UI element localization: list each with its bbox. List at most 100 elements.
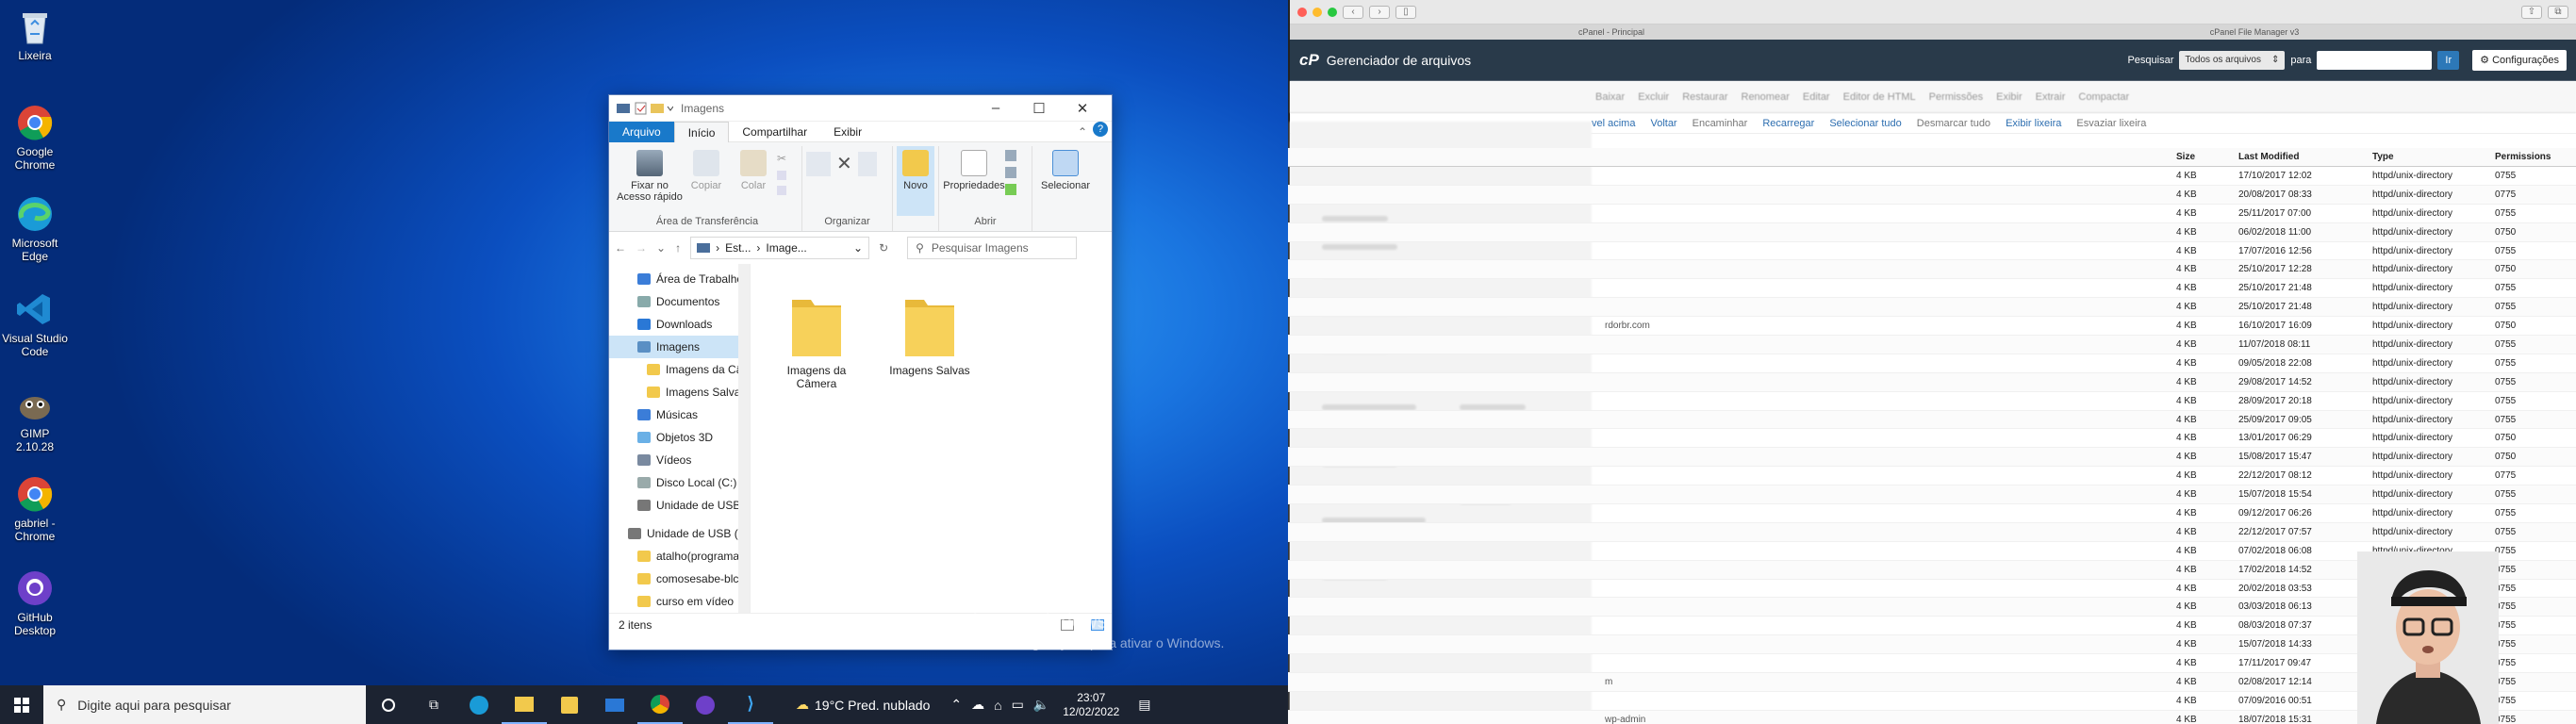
column-permissions[interactable]: Permissions <box>2495 152 2561 162</box>
recent-locations-icon[interactable]: ⌄ <box>656 241 666 255</box>
network-icon[interactable]: ⌂ <box>994 698 1001 713</box>
rename-icon[interactable] <box>857 152 877 176</box>
view-button[interactable]: Exibir <box>1996 91 2023 103</box>
view-trash-button[interactable]: Exibir lixeira <box>2006 118 2061 129</box>
task-view-button[interactable] <box>366 685 411 724</box>
nav-item-downloads[interactable]: Downloads <box>609 313 750 336</box>
nav-item-folder[interactable]: comosesabe-blc <box>609 568 750 590</box>
nav-item-desktop[interactable]: Área de Trabalho <box>609 268 750 290</box>
nav-item-saved-pictures[interactable]: Imagens Salvas <box>609 381 750 403</box>
search-input[interactable]: ⚲ Pesquisar Imagens <box>907 237 1078 259</box>
copy-path-icon[interactable] <box>777 171 786 180</box>
table-row[interactable]: 4 KB 20/08/2017 08:33 httpd/unix-directory… <box>1288 185 2576 205</box>
address-dropdown-icon[interactable]: ⌄ <box>853 241 863 255</box>
table-row[interactable]: 4 KB 17/10/2017 12:02 httpd/unix-directory… <box>1288 167 2576 186</box>
nav-item-usb-drive[interactable]: Unidade de USB <box>609 494 750 517</box>
collapse-ribbon-icon[interactable]: ⌃ <box>1078 122 1087 142</box>
paste-button[interactable]: Colar <box>730 146 777 216</box>
nav-item-local-disk[interactable]: Disco Local (C:) <box>609 471 750 494</box>
extract-button[interactable]: Extrair <box>2036 91 2066 103</box>
tab-share[interactable]: Compartilhar <box>729 122 820 142</box>
desktop-icon-github[interactable]: GitHub Desktop <box>2 568 68 637</box>
quick-access-toolbar-icon[interactable] <box>617 102 673 115</box>
table-row[interactable]: 4 KB 09/12/2017 06:26 httpd/unix-directory… <box>1288 504 2576 523</box>
permissions-button[interactable]: Permissões <box>1929 91 1983 103</box>
nav-item-pictures[interactable]: Imagens <box>609 336 750 358</box>
forward-button[interactable]: Encaminhar <box>1693 118 1748 129</box>
reload-button[interactable]: Recarregar <box>1762 118 1814 129</box>
nav-item-folder[interactable]: curso em vídeo <box>609 590 750 613</box>
tab-file[interactable]: Arquivo <box>609 121 674 142</box>
table-row[interactable]: 4 KB 29/08/2017 14:52 httpd/unix-directory… <box>1288 372 2576 392</box>
desktop-icon-recycle-bin[interactable]: Lixeira <box>2 6 68 62</box>
nav-scrollbar[interactable] <box>738 264 750 613</box>
minimize-window-icon[interactable] <box>1313 7 1322 17</box>
new-folder-button[interactable]: Novo <box>897 146 934 216</box>
cut-icon[interactable]: ✂ <box>777 152 798 165</box>
nav-item-camera-roll[interactable]: Imagens da Câ <box>609 358 750 381</box>
help-icon[interactable]: ? <box>1093 121 1108 137</box>
weather-widget[interactable]: ☁ 19°C Pred. nublado <box>796 697 930 713</box>
table-row[interactable]: 4 KB 15/07/2018 15:54 httpd/unix-directory… <box>1288 485 2576 505</box>
notifications-icon[interactable]: ▤ <box>1138 697 1150 713</box>
html-editor-button[interactable]: Editor de HTML <box>1843 91 1916 103</box>
nav-item-usb-drive-e[interactable]: Unidade de USB (E <box>609 522 750 545</box>
taskbar-clock[interactable]: 23:07 12/02/2022 <box>1063 691 1119 719</box>
delete-button[interactable]: Excluir <box>1638 91 1669 103</box>
go-button[interactable]: Ir <box>2437 51 2460 70</box>
compress-button[interactable]: Compactar <box>2078 91 2129 103</box>
taskbar-search[interactable]: ⚲ Digite aqui para pesquisar <box>43 685 366 724</box>
nav-item-3d-objects[interactable]: Objetos 3D <box>609 426 750 449</box>
move-to-icon[interactable] <box>806 152 831 176</box>
desktop-icon-gimp[interactable]: GIMP 2.10.28 <box>2 384 68 453</box>
table-row[interactable]: 4 KB 09/05/2018 22:08 httpd/unix-directory… <box>1288 354 2576 373</box>
desktop-icon-chrome[interactable]: Google Chrome <box>2 102 68 172</box>
table-row[interactable]: 4 KB 25/10/2017 21:48 httpd/unix-directory… <box>1288 279 2576 299</box>
close-button[interactable]: ✕ <box>1061 100 1104 117</box>
tabs-button[interactable]: ⧉ <box>2548 5 2568 19</box>
table-row[interactable]: 4 KB 25/10/2017 12:28 httpd/unix-directory… <box>1288 260 2576 280</box>
table-row[interactable]: 4 KB 17/07/2016 12:56 httpd/unix-directory… <box>1288 242 2576 261</box>
deselect-all-button[interactable]: Desmarcar tudo <box>1917 118 1990 129</box>
search-scope-select[interactable]: Todos os arquivos ⇕ <box>2179 51 2286 70</box>
nav-item-videos[interactable]: Vídeos <box>609 449 750 471</box>
forward-icon[interactable]: → <box>636 241 647 255</box>
forward-button[interactable]: › <box>1369 5 1390 19</box>
onedrive-icon[interactable]: ☁ <box>971 697 984 713</box>
tab-view[interactable]: Exibir <box>820 122 875 142</box>
column-size[interactable]: Size <box>2171 152 2238 162</box>
nav-item-folder[interactable]: atalho(programa <box>609 545 750 568</box>
table-row[interactable]: rdorbr.com 4 KB 16/10/2017 16:09 httpd/unix… <box>1288 317 2576 337</box>
tab-file-manager[interactable]: cPanel File Manager v3 <box>1933 25 2576 40</box>
desktop-icon-vscode[interactable]: Visual Studio Code <box>2 288 68 358</box>
table-row[interactable]: 4 KB 13/01/2017 06:29 httpd/unix-directory… <box>1288 429 2576 449</box>
refresh-icon[interactable]: ↻ <box>879 241 888 255</box>
zoom-window-icon[interactable] <box>1328 7 1337 17</box>
table-row[interactable]: 4 KB 22/12/2017 08:12 httpd/unix-directory… <box>1288 467 2576 486</box>
desktop-icon-edge[interactable]: Microsoft Edge <box>2 193 68 263</box>
settings-button[interactable]: ⚙ Configurações <box>2472 50 2567 71</box>
column-last-modified[interactable]: Last Modified <box>2238 152 2372 162</box>
address-bar[interactable]: › Est... › Image... ⌄ <box>690 237 870 259</box>
taskbar-explorer[interactable] <box>502 685 547 724</box>
table-row[interactable]: 4 KB 25/11/2017 07:00 httpd/unix-directory… <box>1288 205 2576 223</box>
start-button[interactable] <box>0 697 43 713</box>
sidebar-button[interactable]: ▯ <box>1395 5 1416 19</box>
desktop-icon-chrome-profile[interactable]: gabriel - Chrome <box>2 473 68 543</box>
tab-home[interactable]: Início <box>673 121 730 142</box>
select-all-button[interactable]: Selecionar tudo <box>1829 118 1901 129</box>
share-button[interactable]: ⇧ <box>2521 5 2542 19</box>
table-row[interactable]: 4 KB 22/12/2017 07:57 httpd/unix-directory… <box>1288 522 2576 542</box>
up-icon[interactable]: ↑ <box>675 241 681 255</box>
taskbar-store[interactable] <box>547 685 592 724</box>
folder-item[interactable]: Imagens da Câmera <box>774 292 859 390</box>
copy-button[interactable]: Copiar <box>683 146 730 216</box>
tray-expand-icon[interactable]: ⌃ <box>950 697 962 713</box>
taskbar-mail[interactable] <box>592 685 637 724</box>
taskbar-edge[interactable] <box>456 685 502 724</box>
table-row[interactable]: 4 KB 06/02/2018 11:00 httpd/unix-directory… <box>1288 222 2576 242</box>
nav-item-music[interactable]: Músicas <box>609 403 750 426</box>
back-button[interactable]: ‹ <box>1343 5 1363 19</box>
up-level-button[interactable]: vel acima <box>1592 118 1635 129</box>
history-icon[interactable] <box>1005 184 1016 195</box>
